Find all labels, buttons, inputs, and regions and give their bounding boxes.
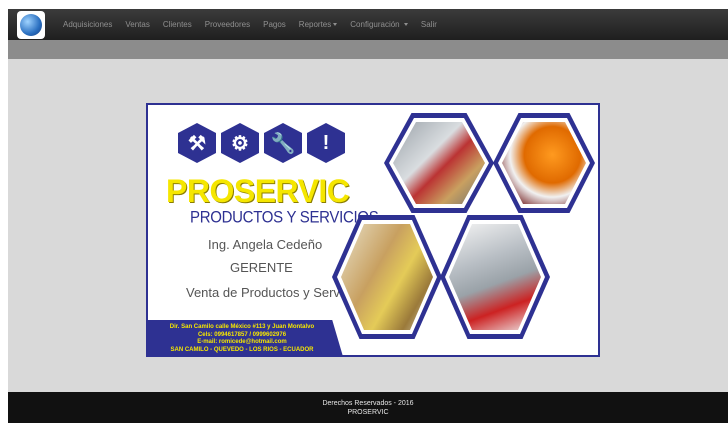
brand-logo[interactable] <box>17 10 45 39</box>
address-block: Dir. San Camilo calle México #113 y Juan… <box>148 320 344 355</box>
location-line: SAN CAMILO - QUEVEDO - LOS RIOS - ECUADO… <box>170 346 314 353</box>
nav-ventas[interactable]: Ventas <box>125 20 149 29</box>
page-footer: Derechos Reservados - 2016 PROSERVIC <box>8 392 728 423</box>
chevron-down-icon <box>403 23 408 27</box>
spanner-icon: 🔧 <box>264 123 302 163</box>
company-banner: ⚒ ⚙ 🔧 ! PROSERVIC PRODUCTOS Y SERVICIOS … <box>146 103 600 357</box>
hammer-icon: ⚒ <box>178 123 216 163</box>
email-line: E-mail: romicede@hotmail.com <box>197 339 287 345</box>
manager-role: GERENTE <box>230 260 293 275</box>
nav-reportes-label: Reportes <box>298 20 332 29</box>
nav-adquisiciones[interactable]: Adquisiciones <box>63 20 112 29</box>
nav-clientes[interactable]: Clientes <box>163 20 192 29</box>
nav-configuracion[interactable]: Configuración <box>350 20 408 29</box>
screwdriver-icon: ! <box>307 123 345 163</box>
nav-reportes[interactable]: Reportes <box>298 20 338 29</box>
footer-brand: PROSERVIC <box>347 408 389 416</box>
copyright-text: Derechos Reservados - 2016 <box>322 399 414 407</box>
chevron-down-icon <box>333 23 338 27</box>
address-line: Dir. San Camilo calle México #113 y Juan… <box>169 324 315 330</box>
nav-salir[interactable]: Salir <box>421 20 437 29</box>
brand-title: PROSERVIC <box>166 173 350 209</box>
nav-proveedores[interactable]: Proveedores <box>205 20 250 29</box>
nav-configuracion-label: Configuración <box>350 20 400 29</box>
globe-icon <box>20 13 42 36</box>
wrench-icon: ⚙ <box>221 123 259 163</box>
phone-line: Cels: 0994617857 / 0999602976 <box>197 331 287 338</box>
brand-subtitle: PRODUCTOS Y SERVICIOS <box>190 208 379 227</box>
manager-name: Ing. Angela Cedeño <box>208 237 323 252</box>
nav-pagos[interactable]: Pagos <box>263 20 286 29</box>
sub-bar <box>8 40 728 59</box>
top-navbar: Adquisiciones Ventas Clientes Proveedore… <box>8 9 728 40</box>
